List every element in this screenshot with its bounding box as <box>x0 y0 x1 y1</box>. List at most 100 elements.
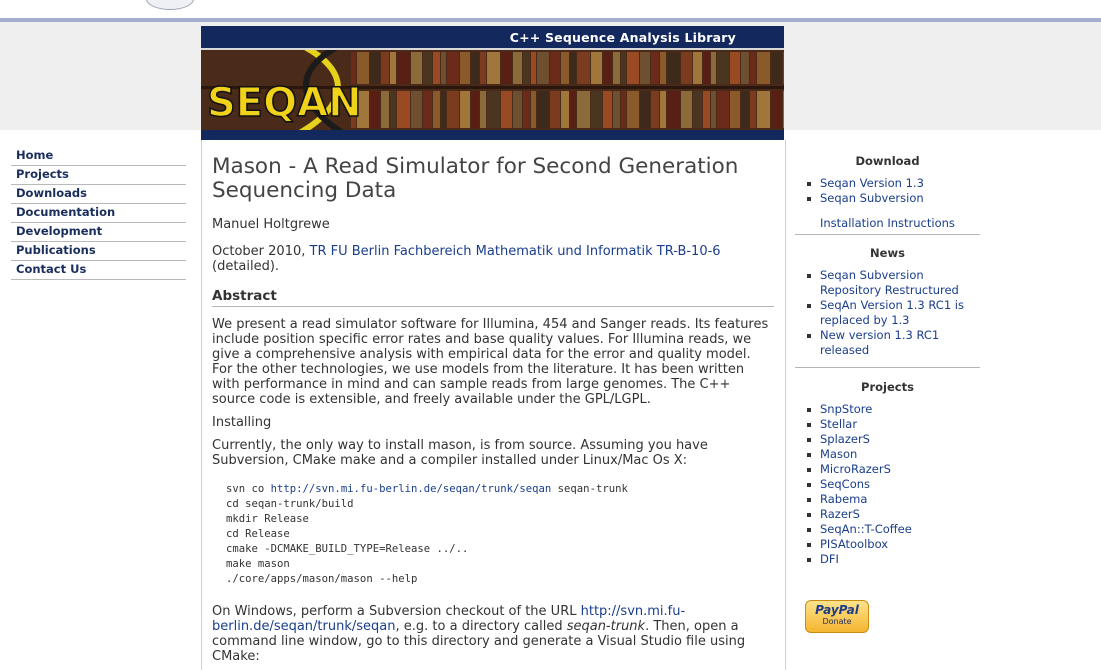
download-list: Seqan Version 1.3 Seqan Subversion <box>795 176 980 206</box>
banner-header: C++ Sequence Analysis Library <box>201 26 784 50</box>
paypal-donate-button[interactable]: PayPal Donate <box>805 600 869 633</box>
list-item: SeqAn Version 1.3 RC1 is replaced by 1.3 <box>795 298 980 328</box>
svn-url-link[interactable]: http://svn.mi.fu-berlin.de/seqan/trunk/s… <box>271 483 552 495</box>
news-item[interactable]: SeqAn Version 1.3 RC1 is replaced by 1.3 <box>820 298 964 327</box>
bullet-icon <box>807 274 811 278</box>
publication-info: October 2010, TR FU Berlin Fachbereich M… <box>212 244 774 274</box>
bullet-icon <box>807 453 811 457</box>
site-banner[interactable]: C++ Sequence Analysis Library SEQAN <box>201 26 784 140</box>
right-sidebar: Download Seqan Version 1.3 Seqan Subvers… <box>795 153 980 567</box>
installing-label: Installing <box>212 415 272 430</box>
news-item[interactable]: New version 1.3 RC1 released <box>820 328 939 357</box>
project-stellar[interactable]: Stellar <box>820 417 857 431</box>
bullet-icon <box>807 543 811 547</box>
nav-contact-us[interactable]: Contact Us <box>11 261 186 280</box>
abstract-text: We present a read simulator software for… <box>212 317 769 407</box>
project-pisatoolbox[interactable]: PISAtoolbox <box>820 537 888 551</box>
bullet-icon <box>807 513 811 517</box>
project-razers[interactable]: RazerS <box>820 507 860 521</box>
bullet-icon <box>807 498 811 502</box>
install-code-block: svn co http://svn.mi.fu-berlin.de/seqan/… <box>226 482 774 587</box>
list-item: SnpStore <box>795 402 980 417</box>
project-seqan-tcoffee[interactable]: SeqAn::T-Coffee <box>820 522 912 536</box>
windows-text: On Windows, perform a Subversion checkou… <box>212 604 581 619</box>
main-content: Mason - A Read Simulator for Second Gene… <box>212 155 774 664</box>
left-navigation: Home Projects Downloads Documentation De… <box>11 147 186 280</box>
donate-label: Donate <box>822 617 852 626</box>
code-line: mkdir Release <box>226 513 309 525</box>
bullet-icon <box>807 558 811 562</box>
bullet-icon <box>807 334 811 338</box>
university-seal-icon <box>146 0 194 10</box>
page-title: Mason - A Read Simulator for Second Gene… <box>212 154 739 203</box>
news-list: Seqan Subversion Repository Restructured… <box>795 268 980 368</box>
code-svn-target: seqan-trunk <box>551 483 628 495</box>
code-line: ./core/apps/mason/mason --help <box>226 573 418 585</box>
abstract-heading: Abstract <box>212 288 774 307</box>
bullet-icon <box>807 528 811 532</box>
project-snpstore[interactable]: SnpStore <box>820 402 872 416</box>
bullet-icon <box>807 423 811 427</box>
list-item: New version 1.3 RC1 released <box>795 328 980 358</box>
project-seqcons[interactable]: SeqCons <box>820 477 870 491</box>
download-heading: Download <box>855 154 920 168</box>
bullet-icon <box>807 468 811 472</box>
nav-downloads[interactable]: Downloads <box>11 185 186 204</box>
code-line: cd seqan-trunk/build <box>226 498 354 510</box>
project-rabema[interactable]: Rabema <box>820 492 867 506</box>
code-svn: svn co <box>226 483 271 495</box>
top-bar <box>0 0 1101 18</box>
list-item: RazerS <box>795 507 980 522</box>
list-item: SeqCons <box>795 477 980 492</box>
code-line: cd Release <box>226 528 290 540</box>
code-line: make mason <box>226 558 290 570</box>
windows-instructions: On Windows, perform a Subversion checkou… <box>212 604 774 664</box>
publication-date: October 2010, <box>212 244 310 259</box>
banner-logo-text: SEQAN <box>207 80 362 126</box>
news-item[interactable]: Seqan Subversion Repository Restructured <box>820 268 959 297</box>
nav-home[interactable]: Home <box>11 147 186 166</box>
nav-development[interactable]: Development <box>11 223 186 242</box>
bullet-icon <box>807 483 811 487</box>
projects-heading: Projects <box>861 380 914 394</box>
bullet-icon <box>807 182 811 186</box>
detailed-note: (detailed). <box>212 259 280 274</box>
project-dfi[interactable]: DFI <box>820 552 839 566</box>
list-item: Seqan Version 1.3 <box>795 176 980 191</box>
code-line: cmake -DCMAKE_BUILD_TYPE=Release ../.. <box>226 543 469 555</box>
list-item: SeqAn::T-Coffee <box>795 522 980 537</box>
install-instructions-row: Installation Instructions <box>795 206 980 235</box>
windows-text: , e.g. to a directory called <box>395 619 567 634</box>
bullet-icon <box>807 197 811 201</box>
project-mason[interactable]: Mason <box>820 447 857 461</box>
download-seqan-1-3[interactable]: Seqan Version 1.3 <box>820 176 924 190</box>
project-splazers[interactable]: SplazerS <box>820 432 870 446</box>
bullet-icon <box>807 408 811 412</box>
author: Manuel Holtgrewe <box>212 217 330 232</box>
list-item: Seqan Subversion Repository Restructured <box>795 268 980 298</box>
install-intro: Currently, the only way to install mason… <box>212 438 708 468</box>
nav-projects[interactable]: Projects <box>11 166 186 185</box>
nav-documentation[interactable]: Documentation <box>11 204 186 223</box>
download-seqan-subversion[interactable]: Seqan Subversion <box>820 191 924 205</box>
bullet-icon <box>807 304 811 308</box>
installation-instructions-link[interactable]: Installation Instructions <box>820 216 955 230</box>
banner-title: C++ Sequence Analysis Library <box>509 30 736 45</box>
list-item: SplazerS <box>795 432 980 447</box>
banner-footer <box>201 130 784 140</box>
nav-publications[interactable]: Publications <box>11 242 186 261</box>
list-item: Stellar <box>795 417 980 432</box>
list-item: PISAtoolbox <box>795 537 980 552</box>
projects-list: SnpStore Stellar SplazerS Mason MicroRaz… <box>795 402 980 567</box>
banner-bookshelf-image: SEQAN <box>201 50 784 130</box>
list-item: MicroRazerS <box>795 462 980 477</box>
windows-dir: seqan-trunk <box>566 619 646 634</box>
project-microrazers[interactable]: MicroRazerS <box>820 462 891 476</box>
list-item: Rabema <box>795 492 980 507</box>
tech-report-link[interactable]: TR FU Berlin Fachbereich Mathematik und … <box>310 244 721 259</box>
list-item: DFI <box>795 552 980 567</box>
list-item: Seqan Subversion <box>795 191 980 206</box>
list-item: Mason <box>795 447 980 462</box>
news-heading: News <box>870 246 905 260</box>
paypal-logo: PayPal <box>815 603 859 617</box>
